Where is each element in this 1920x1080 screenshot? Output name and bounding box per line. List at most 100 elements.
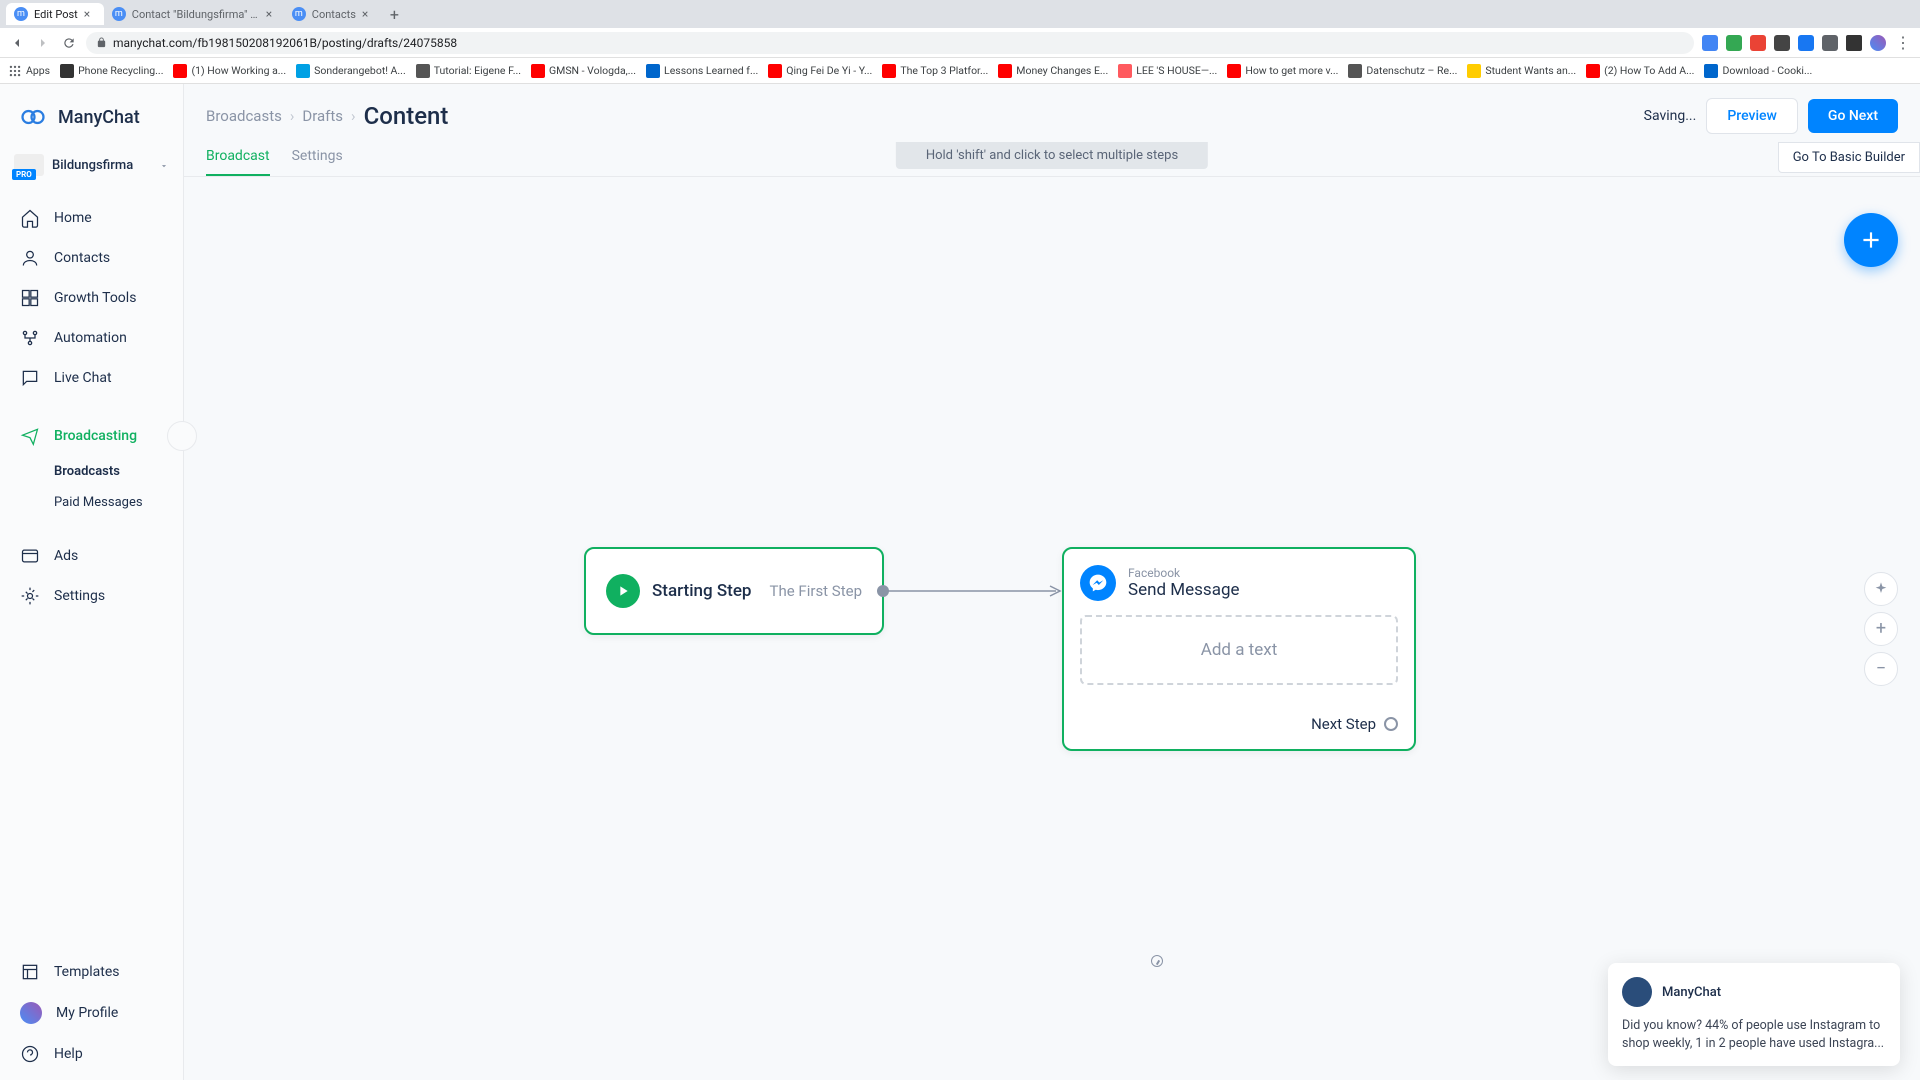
sidebar-item-growth[interactable]: Growth Tools bbox=[0, 278, 183, 318]
subnav-paid-messages[interactable]: Paid Messages bbox=[54, 487, 183, 518]
grid-icon bbox=[20, 288, 40, 308]
sidebar-item-home[interactable]: Home bbox=[0, 198, 183, 238]
avatar-icon bbox=[20, 1002, 42, 1024]
bookmark-favicon-icon bbox=[768, 64, 782, 78]
bookmark-favicon-icon bbox=[1704, 64, 1718, 78]
sidebar-item-broadcasting[interactable]: Broadcasting bbox=[0, 416, 183, 456]
chat-name: ManyChat bbox=[1662, 985, 1721, 1000]
nav-label: Automation bbox=[54, 330, 127, 346]
bookmark-item[interactable]: Phone Recycling... bbox=[60, 64, 163, 78]
close-icon[interactable]: × bbox=[362, 7, 374, 21]
bookmark-item[interactable]: Lessons Learned f... bbox=[646, 64, 758, 78]
fit-view-button[interactable] bbox=[1864, 572, 1898, 606]
pro-badge: PRO bbox=[12, 169, 36, 180]
sidebar-nav: Home Contacts Growth Tools Automation Li… bbox=[0, 190, 183, 1080]
bookmark-item[interactable]: Download - Cooki... bbox=[1704, 64, 1812, 78]
browser-tab[interactable]: m Edit Post × bbox=[6, 3, 104, 25]
profile-avatar-icon[interactable] bbox=[1870, 35, 1886, 51]
reload-button[interactable] bbox=[60, 34, 78, 52]
sidebar-item-help[interactable]: Help bbox=[0, 1034, 183, 1080]
nav-label: Broadcasting bbox=[54, 428, 137, 444]
lock-icon bbox=[96, 37, 107, 48]
extension-icon[interactable] bbox=[1822, 35, 1838, 51]
node-header: Facebook Send Message bbox=[1080, 565, 1398, 601]
hint-bar: Hold 'shift' and click to select multipl… bbox=[896, 142, 1208, 169]
sidebar-item-templates[interactable]: Templates bbox=[0, 952, 183, 992]
output-port[interactable] bbox=[877, 585, 889, 597]
chat-widget[interactable]: ManyChat Did you know? 44% of people use… bbox=[1608, 963, 1900, 1066]
bookmark-item[interactable]: GMSN - Vologda,... bbox=[531, 64, 636, 78]
back-button[interactable] bbox=[8, 34, 26, 52]
extension-icon[interactable] bbox=[1798, 35, 1814, 51]
sidebar-item-contacts[interactable]: Contacts bbox=[0, 238, 183, 278]
workspace-avatar: PRO bbox=[14, 154, 44, 176]
close-icon[interactable]: × bbox=[84, 7, 96, 21]
bookmark-item[interactable]: The Top 3 Platfor... bbox=[882, 64, 988, 78]
bookmark-item[interactable]: Datenschutz – Re... bbox=[1348, 64, 1457, 78]
bookmark-item[interactable]: Sonderangebot! A... bbox=[296, 64, 406, 78]
breadcrumb: Broadcasts › Drafts › Content bbox=[206, 102, 448, 130]
bookmark-favicon-icon bbox=[1227, 64, 1241, 78]
bookmark-favicon-icon bbox=[882, 64, 896, 78]
nav-label: Ads bbox=[54, 548, 78, 564]
breadcrumb-item[interactable]: Broadcasts bbox=[206, 107, 282, 125]
output-port[interactable] bbox=[1384, 717, 1398, 731]
add-text-placeholder[interactable]: Add a text bbox=[1080, 615, 1398, 685]
new-tab-button[interactable]: + bbox=[382, 5, 407, 24]
messenger-icon bbox=[1080, 565, 1116, 601]
bookmark-favicon-icon bbox=[296, 64, 310, 78]
logo[interactable]: ManyChat bbox=[0, 84, 183, 146]
sidebar-item-profile[interactable]: My Profile bbox=[0, 992, 183, 1034]
bookmark-item[interactable]: Qing Fei De Yi - Y... bbox=[768, 64, 872, 78]
sidebar-item-settings[interactable]: Settings bbox=[0, 576, 183, 616]
send-message-node[interactable]: Facebook Send Message Add a text Next St… bbox=[1062, 547, 1416, 751]
bookmark-item[interactable]: Student Wants an... bbox=[1467, 64, 1576, 78]
bookmark-favicon-icon bbox=[60, 64, 74, 78]
bookmark-item[interactable]: (2) How To Add A... bbox=[1586, 64, 1694, 78]
browser-tab[interactable]: m Contacts × bbox=[284, 3, 382, 25]
zoom-out-button[interactable]: − bbox=[1864, 652, 1898, 686]
bookmark-item[interactable]: LEE 'S HOUSE—... bbox=[1118, 64, 1217, 78]
basic-builder-link[interactable]: Go To Basic Builder bbox=[1778, 142, 1920, 173]
workspace-selector[interactable]: PRO Bildungsfirma bbox=[0, 146, 183, 190]
extension-icon[interactable] bbox=[1750, 35, 1766, 51]
tab-broadcast[interactable]: Broadcast bbox=[206, 148, 270, 176]
go-next-button[interactable]: Go Next bbox=[1808, 99, 1898, 133]
bookmark-item[interactable]: How to get more v... bbox=[1227, 64, 1338, 78]
forward-button[interactable] bbox=[34, 34, 52, 52]
sidebar-item-ads[interactable]: Ads bbox=[0, 536, 183, 576]
ads-icon bbox=[20, 546, 40, 566]
bookmark-item[interactable]: (1) How Working a... bbox=[173, 64, 286, 78]
subnav-broadcasts[interactable]: Broadcasts bbox=[54, 456, 183, 487]
topbar: Broadcasts › Drafts › Content Saving... … bbox=[184, 84, 1920, 134]
next-step-row: Next Step bbox=[1080, 715, 1398, 733]
sidebar-item-automation[interactable]: Automation bbox=[0, 318, 183, 358]
nav-label: My Profile bbox=[56, 1005, 118, 1021]
bookmark-item[interactable]: Tutorial: Eigene F... bbox=[416, 64, 521, 78]
add-step-button[interactable] bbox=[1844, 213, 1898, 267]
extension-icons: ⋮ bbox=[1702, 34, 1912, 52]
sidebar-item-livechat[interactable]: Live Chat bbox=[0, 358, 183, 398]
extension-icon[interactable] bbox=[1774, 35, 1790, 51]
bookmark-apps[interactable]: Apps bbox=[8, 64, 50, 78]
broadcast-icon bbox=[20, 426, 40, 446]
flow-canvas[interactable]: + − Starting Step The First Step bbox=[184, 177, 1920, 1080]
menu-icon[interactable]: ⋮ bbox=[1894, 34, 1912, 52]
zoom-in-button[interactable]: + bbox=[1864, 612, 1898, 646]
preview-button[interactable]: Preview bbox=[1706, 98, 1798, 134]
starting-step-node[interactable]: Starting Step The First Step bbox=[584, 547, 884, 635]
bookmark-item[interactable]: Money Changes E... bbox=[998, 64, 1108, 78]
breadcrumb-item[interactable]: Drafts bbox=[302, 107, 343, 125]
extension-icon[interactable] bbox=[1726, 35, 1742, 51]
bookmark-favicon-icon bbox=[531, 64, 545, 78]
chat-header: ManyChat bbox=[1622, 977, 1886, 1007]
extension-icon[interactable] bbox=[1846, 35, 1862, 51]
url-bar[interactable]: manychat.com/fb198150208192061B/posting/… bbox=[86, 32, 1694, 54]
extension-icon[interactable] bbox=[1702, 35, 1718, 51]
template-icon bbox=[20, 962, 40, 982]
chevron-right-icon: › bbox=[290, 107, 295, 125]
tab-settings[interactable]: Settings bbox=[292, 148, 343, 176]
browser-tab[interactable]: m Contact "Bildungsfirma" throu... × bbox=[104, 3, 284, 25]
close-icon[interactable]: × bbox=[266, 7, 276, 21]
bookmark-favicon-icon bbox=[416, 64, 430, 78]
